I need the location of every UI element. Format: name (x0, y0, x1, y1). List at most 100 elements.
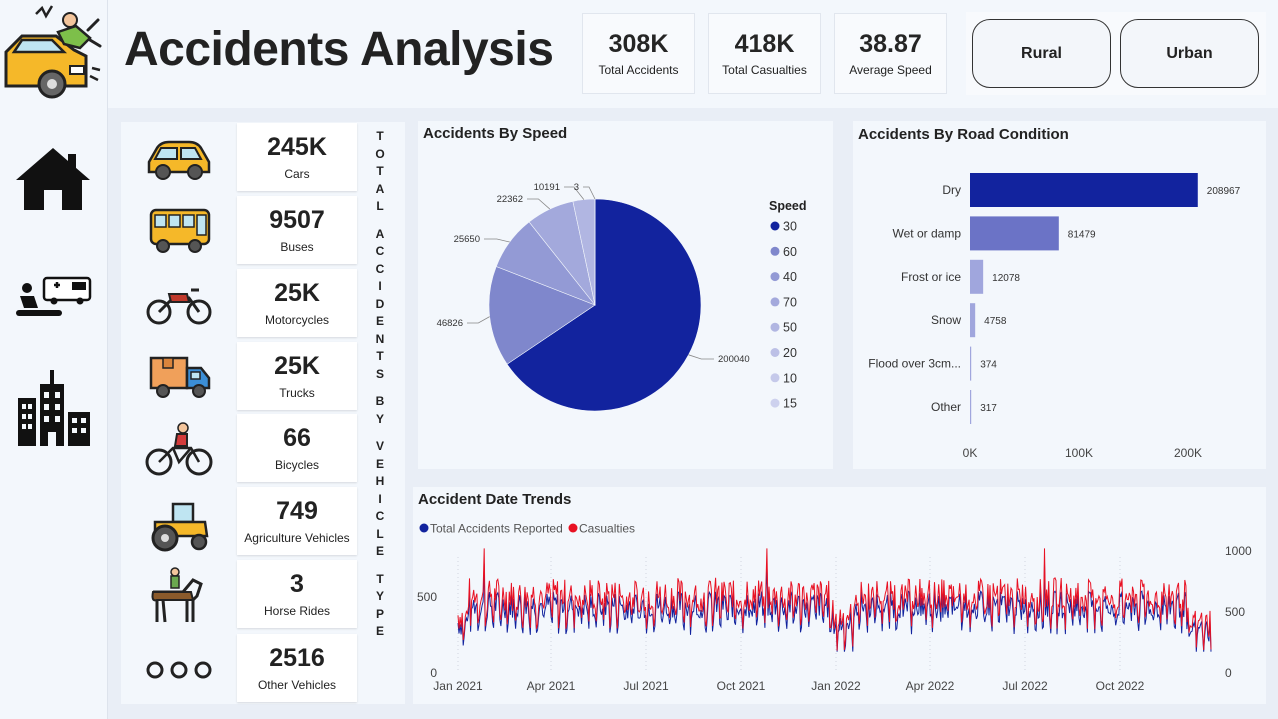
kpi-average-speed: 38.87 Average Speed (834, 13, 947, 94)
kpi-label: Total Casualties (722, 63, 807, 77)
vehicle-label: Other Vehicles (257, 678, 337, 692)
kpi-label: Total Accidents (598, 63, 679, 77)
caption-letter: E (375, 624, 384, 638)
caption-letter: T (376, 349, 384, 363)
trend-x-tick: Jul 2021 (623, 679, 669, 693)
pie-legend-label[interactable]: 10 (783, 371, 797, 385)
trend-legend-dot (419, 523, 429, 533)
vehicle-card-trucks: 25K Trucks (237, 342, 357, 410)
caption-gap (369, 428, 391, 438)
y-tick-right: 500 (1225, 605, 1245, 619)
bar-0[interactable] (970, 173, 1198, 207)
pie-leader-line (467, 316, 490, 324)
kpi-label: Average Speed (849, 63, 932, 77)
caption-letter: Y (375, 589, 384, 603)
vehicle-label: Agriculture Vehicles (244, 531, 350, 545)
trend-x-tick: Apr 2021 (527, 679, 576, 693)
vehicle-card-motorcycles: 25K Motorcycles (237, 269, 357, 337)
pie-data-label: 10191 (534, 182, 560, 193)
pie-leader-line (583, 186, 596, 200)
legend-dot (770, 348, 780, 357)
date-trend-line-chart: Total Accidents Reported Casualties 500 0 0 5… (417, 522, 1252, 694)
vehicle-card-bicycles: 66 Bicycles (237, 414, 357, 482)
vehicle-label: Trucks (279, 386, 315, 400)
kpi-value: 38.87 (859, 30, 922, 58)
caption-gap (369, 216, 391, 226)
bar-5[interactable] (970, 390, 972, 424)
legend-dot (770, 322, 780, 332)
pie-leader-line (688, 354, 714, 360)
pie-legend-label[interactable]: 40 (783, 270, 797, 284)
trend-legend-label[interactable]: Casualties (579, 522, 635, 536)
bar-data-label: 4758 (984, 316, 1007, 327)
truck-icon (149, 356, 211, 398)
page-title: Accidents Analysis (124, 23, 554, 76)
bar-x-tick: 100K (1065, 446, 1093, 460)
vehicle-count: 2516 (269, 644, 325, 672)
kpi-value: 418K (734, 30, 795, 58)
pie-legend-label[interactable]: 60 (783, 245, 797, 259)
road-condition-panel: Accidents By Road Condition Dry 208967 Wet… (853, 121, 1266, 469)
home-icon[interactable] (14, 146, 92, 217)
caption-letter: C (375, 261, 385, 276)
bar-data-label: 317 (980, 403, 997, 414)
pie-legend-label[interactable]: 20 (783, 346, 797, 360)
pie-legend-label[interactable]: 30 (783, 220, 797, 234)
pie-data-label: 3 (574, 182, 579, 193)
vehicle-count: 245K (267, 133, 327, 161)
vehicle-label: Motorcycles (264, 313, 329, 327)
caption-letter: T (376, 129, 384, 143)
caption-letter: T (376, 164, 384, 178)
series-line-accidents[interactable] (457, 563, 1212, 652)
first-aid-icon[interactable] (14, 274, 94, 325)
pie-data-label: 46826 (437, 318, 463, 329)
pie-leader-line (484, 238, 510, 243)
bar-x-tick: 0K (963, 446, 978, 460)
caption-letter: N (375, 331, 385, 346)
bar-1[interactable] (970, 216, 1059, 251)
caption-letter: L (376, 199, 384, 213)
pie-legend-label[interactable]: 50 (783, 321, 797, 335)
legend-dot (770, 272, 780, 282)
three-circles-icon (146, 661, 212, 679)
caption-letter: A (375, 226, 385, 241)
pie-legend-label[interactable]: 15 (783, 397, 797, 411)
caption-letter: V (375, 439, 384, 453)
trend-legend-label[interactable]: Total Accidents Reported (430, 522, 563, 536)
pie-legend-title: Speed (769, 199, 807, 213)
legend-dot (770, 398, 780, 408)
kpi-total-accidents: 308K Total Accidents (582, 13, 695, 94)
rural-button[interactable]: Rural (972, 19, 1111, 88)
y-tick-left: 500 (417, 590, 437, 604)
legend-dot (770, 246, 780, 256)
pie-data-label: 200040 (718, 354, 750, 365)
caption-letter: I (378, 279, 382, 293)
bar-data-label: 81479 (1068, 229, 1096, 240)
bar-category-label: Frost or ice (901, 270, 961, 284)
city-icon[interactable] (16, 370, 92, 453)
vehicle-card-cars: 245K Cars (237, 123, 357, 191)
caption-letter: P (375, 606, 384, 621)
vehicle-count: 66 (283, 424, 311, 452)
trend-legend-dot (568, 523, 578, 533)
road-condition-bar-chart: Dry 208967 Wet or damp 81479 Frost or ice 120… (868, 173, 1241, 460)
vehicle-label: Bicycles (274, 458, 319, 472)
pie-data-label: 22362 (497, 194, 523, 205)
bar-3[interactable] (970, 303, 976, 338)
legend-dot (770, 297, 780, 307)
bar-data-label: 208967 (1207, 186, 1241, 197)
bus-icon (149, 208, 211, 253)
vehicle-type-panel: 245K Cars 9507 Buses 25K Motorcycles 25K Tru… (121, 122, 405, 704)
trend-x-tick: Apr 2022 (906, 679, 955, 693)
app-logo (0, 0, 108, 108)
kpi-total-casualties: 418K Total Casualties (708, 13, 821, 94)
date-trends-panel: Accident Date Trends Total Accidents Rep… (413, 487, 1266, 704)
bar-2[interactable] (970, 259, 984, 294)
pie-legend-label[interactable]: 70 (783, 295, 797, 309)
bar-category-label: Dry (942, 183, 961, 197)
bar-4[interactable] (970, 346, 972, 381)
caption-letter: E (375, 544, 384, 558)
urban-button[interactable]: Urban (1120, 19, 1259, 88)
bar-category-label: Wet or damp (893, 226, 962, 240)
tractor-icon (151, 502, 209, 552)
